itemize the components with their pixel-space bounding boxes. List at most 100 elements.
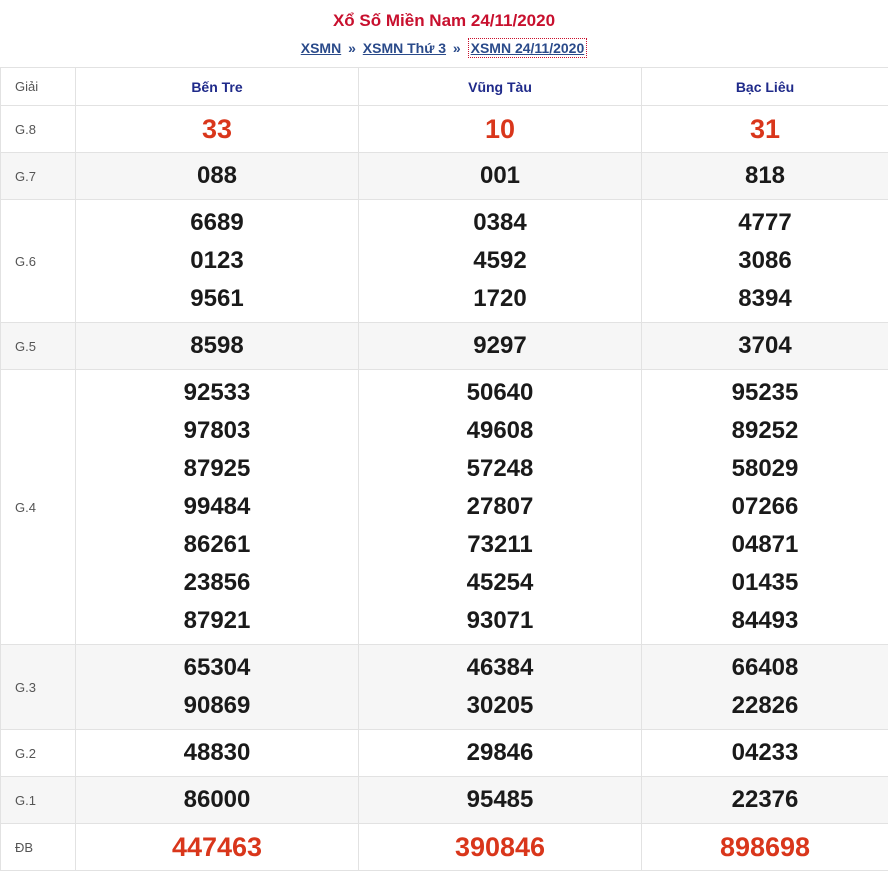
- result-cell: 477730868394: [642, 200, 888, 323]
- result-number: 57248: [359, 450, 641, 488]
- result-cell: 4638430205: [359, 645, 642, 730]
- prize-label: ĐB: [1, 824, 76, 871]
- result-cell: 668901239561: [76, 200, 359, 323]
- result-cell: 92533978038792599484862612385687921: [76, 370, 359, 645]
- result-cell: 31: [642, 106, 888, 153]
- result-cell: 10: [359, 106, 642, 153]
- result-cell: 95235892525802907266048710143584493: [642, 370, 888, 645]
- result-number: 818: [642, 157, 888, 195]
- result-number: 58029: [642, 450, 888, 488]
- result-cell: 22376: [642, 777, 888, 824]
- result-number: 50640: [359, 374, 641, 412]
- result-number: 45254: [359, 564, 641, 602]
- result-number: 3704: [642, 327, 888, 365]
- result-cell: 390846: [359, 824, 642, 871]
- result-cell: 33: [76, 106, 359, 153]
- result-number: 93071: [359, 602, 641, 640]
- prize-label: G.2: [1, 730, 76, 777]
- table-row: G.3653049086946384302056640822826: [1, 645, 888, 730]
- result-number: 90869: [76, 687, 358, 725]
- result-number: 48830: [76, 734, 358, 772]
- result-number: 73211: [359, 526, 641, 564]
- breadcrumb-separator: »: [348, 40, 356, 56]
- result-number: 95235: [642, 374, 888, 412]
- result-cell: 001: [359, 153, 642, 200]
- result-number: 0123: [76, 242, 358, 280]
- result-number: 898698: [642, 828, 888, 866]
- result-number: 99484: [76, 488, 358, 526]
- prize-label: G.7: [1, 153, 76, 200]
- result-number: 33: [76, 110, 358, 148]
- prize-column-header: Giải: [1, 68, 76, 106]
- result-cell: 088: [76, 153, 359, 200]
- result-number: 1720: [359, 280, 641, 318]
- table-row: G.6668901239561038445921720477730868394: [1, 200, 888, 323]
- result-cell: 3704: [642, 323, 888, 370]
- table-row: G.49253397803879259948486261238568792150…: [1, 370, 888, 645]
- result-number: 86261: [76, 526, 358, 564]
- result-number: 30205: [359, 687, 641, 725]
- table-row: G.7088001818: [1, 153, 888, 200]
- table-row: G.1860009548522376: [1, 777, 888, 824]
- results-table: Giải Bến Tre Vũng Tàu Bạc Liêu G.8331031…: [0, 67, 888, 871]
- result-number: 390846: [359, 828, 641, 866]
- result-cell: 818: [642, 153, 888, 200]
- result-number: 01435: [642, 564, 888, 602]
- result-number: 87921: [76, 602, 358, 640]
- result-cell: 6530490869: [76, 645, 359, 730]
- result-number: 8394: [642, 280, 888, 318]
- result-number: 3086: [642, 242, 888, 280]
- result-number: 04871: [642, 526, 888, 564]
- result-number: 95485: [359, 781, 641, 819]
- province-header: Bến Tre: [76, 68, 359, 106]
- breadcrumb-link-xsmn[interactable]: XSMN: [301, 40, 341, 56]
- result-number: 22826: [642, 687, 888, 725]
- province-header: Vũng Tàu: [359, 68, 642, 106]
- result-number: 001: [359, 157, 641, 195]
- result-number: 088: [76, 157, 358, 195]
- result-cell: 29846: [359, 730, 642, 777]
- result-cell: 6640822826: [642, 645, 888, 730]
- result-cell: 04233: [642, 730, 888, 777]
- result-number: 84493: [642, 602, 888, 640]
- page-title: Xổ Số Miền Nam 24/11/2020: [0, 0, 888, 32]
- result-number: 92533: [76, 374, 358, 412]
- result-number: 66408: [642, 649, 888, 687]
- table-header-row: Giải Bến Tre Vũng Tàu Bạc Liêu: [1, 68, 888, 106]
- breadcrumb-separator: »: [453, 40, 461, 56]
- result-cell: 48830: [76, 730, 359, 777]
- result-cell: 9297: [359, 323, 642, 370]
- result-number: 4592: [359, 242, 641, 280]
- result-number: 29846: [359, 734, 641, 772]
- result-number: 0384: [359, 204, 641, 242]
- prize-label: G.1: [1, 777, 76, 824]
- result-cell: 038445921720: [359, 200, 642, 323]
- province-header: Bạc Liêu: [642, 68, 888, 106]
- breadcrumb: XSMN » XSMN Thứ 3 » XSMN 24/11/2020: [0, 36, 888, 60]
- result-cell: 8598: [76, 323, 359, 370]
- result-cell: 447463: [76, 824, 359, 871]
- page-header: Xổ Số Miền Nam 24/11/2020 XSMN » XSMN Th…: [0, 0, 888, 67]
- result-number: 07266: [642, 488, 888, 526]
- result-number: 89252: [642, 412, 888, 450]
- result-number: 46384: [359, 649, 641, 687]
- result-number: 4777: [642, 204, 888, 242]
- result-number: 86000: [76, 781, 358, 819]
- table-row: G.2488302984604233: [1, 730, 888, 777]
- result-number: 9297: [359, 327, 641, 365]
- breadcrumb-link-thu3[interactable]: XSMN Thứ 3: [363, 40, 446, 56]
- result-number: 27807: [359, 488, 641, 526]
- result-number: 97803: [76, 412, 358, 450]
- result-number: 10: [359, 110, 641, 148]
- prize-label: G.4: [1, 370, 76, 645]
- prize-label: G.8: [1, 106, 76, 153]
- result-number: 31: [642, 110, 888, 148]
- result-cell: 86000: [76, 777, 359, 824]
- result-number: 87925: [76, 450, 358, 488]
- result-number: 23856: [76, 564, 358, 602]
- result-number: 8598: [76, 327, 358, 365]
- breadcrumb-link-current[interactable]: XSMN 24/11/2020: [468, 38, 588, 58]
- result-cell: 95485: [359, 777, 642, 824]
- results-body: G.8331031G.7088001818G.66689012395610384…: [1, 106, 888, 871]
- result-number: 9561: [76, 280, 358, 318]
